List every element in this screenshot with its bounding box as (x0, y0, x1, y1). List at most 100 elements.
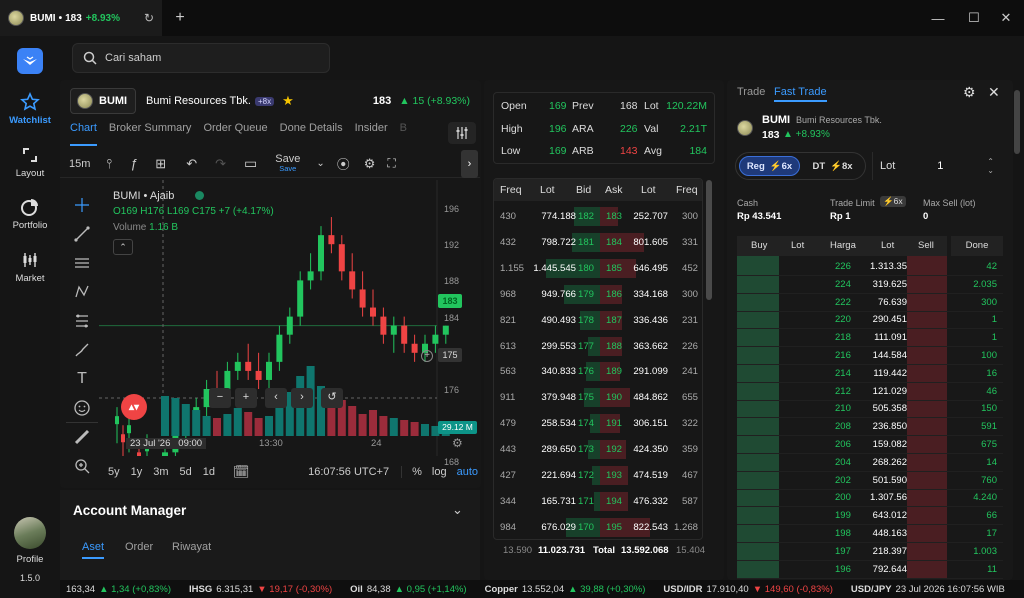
minimize-icon[interactable]: — (920, 0, 956, 36)
tab-done-details[interactable]: Done Details (280, 122, 343, 146)
order-book-row[interactable]: 432 798.722 181 184 801.605 331 (494, 230, 702, 255)
reset-chart-button[interactable]: ↺ (321, 388, 343, 408)
zoom-in-icon[interactable] (66, 451, 98, 480)
maximize-icon[interactable]: ☐ (956, 0, 992, 36)
reload-icon[interactable]: ↻ (144, 11, 154, 25)
fullscreen-rect-icon[interactable]: ▭ (244, 155, 257, 172)
settings-sliders-icon[interactable] (448, 122, 476, 144)
redo-icon[interactable]: ↷ (215, 156, 226, 172)
fast-trade-row[interactable]: 200 1.307.56 4.240 (737, 489, 1003, 508)
range-5d[interactable]: 5d (180, 466, 192, 478)
lot-stepper[interactable]: ⌃ ⌄ (987, 157, 994, 175)
fast-trade-row[interactable]: 210 505.358 150 (737, 400, 1003, 419)
toolbar-scroll-right-icon[interactable]: › (461, 150, 478, 178)
pattern-icon[interactable] (66, 277, 98, 306)
collapse-legend-icon[interactable]: ⌃ (113, 239, 133, 255)
app-logo-icon[interactable] (17, 48, 43, 74)
fast-trade-row[interactable]: 216 144.584 100 (737, 347, 1003, 365)
tab-riwayat[interactable]: Riwayat (172, 541, 211, 553)
reg-board-button[interactable]: Reg ⚡ 6x (739, 156, 800, 176)
tab-chart[interactable]: Chart (70, 122, 97, 146)
tab-more[interactable]: B (400, 122, 407, 146)
fast-trade-row[interactable]: 226 1.313.35 42 (737, 258, 1003, 276)
percent-toggle[interactable]: % (401, 466, 422, 478)
stock-code-chip[interactable]: BUMI (70, 88, 136, 114)
range-1y[interactable]: 1y (131, 466, 143, 478)
order-book-row[interactable]: 479 258.534 174 191 306.151 322 (494, 411, 702, 436)
fast-trade-row[interactable]: 202 501.590 760 (737, 472, 1003, 490)
tab-insider[interactable]: Insider (355, 122, 388, 146)
tab-order-queue[interactable]: Order Queue (203, 122, 267, 146)
order-book-row[interactable]: 984 676.029 170 195 822.543 1.268 (494, 515, 702, 539)
search-bar[interactable]: Cari saham (72, 43, 330, 73)
order-book-row[interactable]: 443 289.650 173 192 424.350 359 (494, 437, 702, 462)
fast-trade-row[interactable]: 218 111.091 1 (737, 329, 1003, 348)
zoom-in-button[interactable]: + (235, 388, 257, 408)
event-marker-icon[interactable]: ▴▾ (121, 394, 147, 420)
order-book-row[interactable]: 430 774.188 182 183 252.707 300 (494, 204, 702, 229)
order-book-row[interactable]: 427 221.694 172 193 474.519 467 (494, 463, 702, 488)
chart-settings-icon[interactable]: ⚙ (452, 436, 463, 450)
range-3m[interactable]: 3m (153, 466, 168, 478)
indicators-icon[interactable]: ƒ (130, 156, 137, 171)
tab-fast-trade[interactable]: Fast Trade (774, 86, 827, 102)
lot-input[interactable]: 1 (937, 160, 943, 172)
collapse-account-icon[interactable]: ⌄ (452, 502, 463, 518)
order-book-row[interactable]: 344 165.731 171 194 476.332 587 (494, 489, 702, 514)
save-button[interactable]: Save Save (275, 154, 300, 173)
ruler-icon[interactable] (66, 422, 98, 451)
tab-aset[interactable]: Aset (82, 541, 105, 559)
zoom-out-button[interactable]: − (209, 388, 231, 408)
sidebar-item-portfolio[interactable]: Portfolio (0, 197, 60, 231)
sidebar-item-market[interactable]: Market (0, 250, 60, 284)
close-trade-icon[interactable]: ✕ (988, 84, 1000, 101)
text-tool-icon[interactable]: T (66, 364, 98, 393)
order-book-row[interactable]: 563 340.833 176 189 291.099 241 (494, 359, 702, 384)
horizontal-lines-icon[interactable] (66, 248, 98, 277)
fast-trade-row[interactable]: 224 319.625 2.035 (737, 276, 1003, 294)
order-book-row[interactable]: 1.155 1.445.545 180 185 646.495 452 (494, 256, 702, 281)
candle-type-icon[interactable]: ⫯ (106, 156, 112, 172)
tab-broker-summary[interactable]: Broker Summary (109, 122, 192, 146)
chart-area[interactable]: BUMI • Ajaib O169 H176 L169 C175 +7 (+4.… (99, 180, 479, 456)
settings-gear-icon[interactable]: ⚙ (364, 156, 376, 172)
sidebar-item-watchlist[interactable]: Watchlist (0, 92, 60, 126)
calendar-icon[interactable]: 🗓 (233, 464, 250, 480)
fast-trade-row[interactable]: 196 792.644 11 (737, 561, 1003, 579)
order-book-row[interactable]: 613 299.553 177 188 363.662 226 (494, 334, 702, 359)
fast-trade-row[interactable]: 198 448.163 17 (737, 525, 1003, 543)
sidebar-item-layout[interactable]: Layout (0, 145, 60, 179)
log-toggle[interactable]: log (432, 466, 447, 478)
avatar[interactable] (14, 517, 46, 549)
brush-icon[interactable] (66, 335, 98, 364)
fast-trade-row[interactable]: 197 218.397 1.003 (737, 543, 1003, 561)
interval-selector[interactable]: 15m (69, 158, 90, 170)
favorite-star-icon[interactable]: ★ (282, 93, 294, 109)
order-book-row[interactable]: 911 379.948 175 190 484.862 655 (494, 385, 702, 410)
order-book-scrollbar[interactable] (706, 180, 712, 300)
alert-icon[interactable]: ⦿ (337, 154, 350, 173)
tab-order[interactable]: Order (125, 541, 153, 553)
fast-trade-row[interactable]: 199 643.012 66 (737, 507, 1003, 526)
add-alert-icon[interactable]: + (421, 350, 433, 362)
trade-settings-gear-icon[interactable]: ⚙ (963, 84, 976, 101)
browser-tab[interactable]: BUMI • 183 +8.93% ↻ (0, 0, 162, 36)
tab-trade[interactable]: Trade (737, 86, 765, 98)
fast-trade-row[interactable]: 220 290.451 1 (737, 311, 1003, 330)
range-5y[interactable]: 5y (108, 466, 120, 478)
auto-toggle[interactable]: auto (457, 466, 478, 478)
fast-trade-row[interactable]: 208 236.850 591 (737, 418, 1003, 437)
fib-icon[interactable] (66, 306, 98, 335)
expand-icon[interactable]: ⛶ (387, 156, 395, 171)
order-book-row[interactable]: 821 490.493 178 187 336.436 231 (494, 308, 702, 333)
crosshair-icon[interactable] (66, 190, 98, 219)
new-tab-icon[interactable]: + (170, 9, 190, 27)
emoji-icon[interactable] (66, 393, 98, 422)
fast-trade-row[interactable]: 214 119.442 16 (737, 365, 1003, 383)
range-1d[interactable]: 1d (203, 466, 215, 478)
close-window-icon[interactable]: ✕ (988, 0, 1024, 36)
fast-trade-row[interactable]: 206 159.082 675 (737, 436, 1003, 454)
fast-trade-row[interactable]: 212 121.029 46 (737, 383, 1003, 401)
undo-icon[interactable]: ↶ (186, 156, 197, 172)
templates-icon[interactable]: ⊞ (155, 156, 166, 172)
